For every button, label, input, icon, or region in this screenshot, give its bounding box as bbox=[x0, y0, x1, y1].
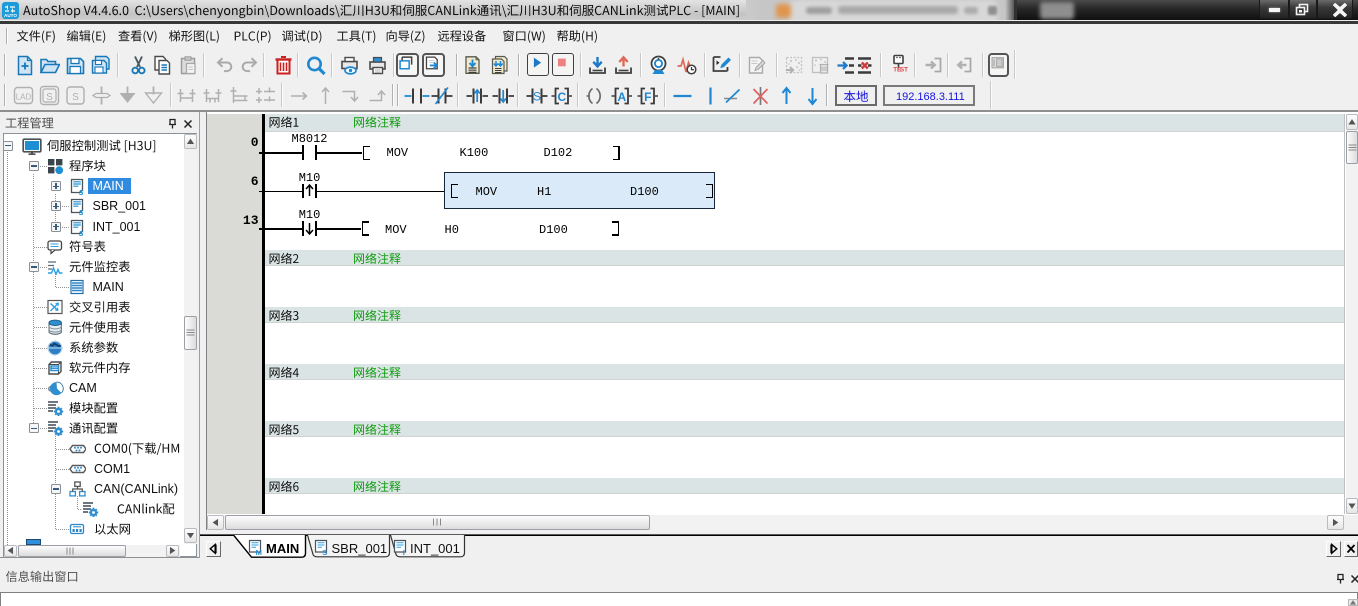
svg-text:S: S bbox=[322, 548, 327, 556]
svg-text:I: I bbox=[402, 548, 404, 556]
svg-text:S: S bbox=[532, 89, 540, 103]
svg-text:s: s bbox=[79, 208, 84, 217]
svg-text:ST: ST bbox=[900, 67, 908, 74]
svg-text:S: S bbox=[72, 92, 79, 103]
svg-text:M: M bbox=[256, 548, 262, 556]
svg-text:s: s bbox=[79, 187, 84, 196]
svg-text:S: S bbox=[46, 91, 53, 102]
svg-text:s: s bbox=[79, 228, 84, 237]
svg-text:LAD: LAD bbox=[15, 92, 31, 101]
svg-text:F: F bbox=[644, 89, 651, 103]
svg-text:AUTO: AUTO bbox=[4, 13, 17, 18]
svg-text:C: C bbox=[557, 89, 566, 103]
svg-text:A: A bbox=[617, 89, 626, 103]
